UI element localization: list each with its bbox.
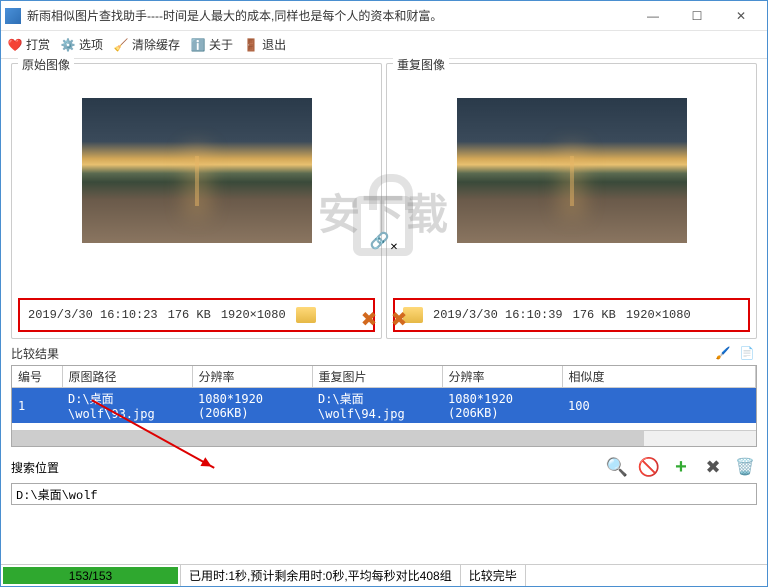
options-button[interactable]: ⚙️选项 (60, 36, 103, 53)
duplicate-thumbnail[interactable] (457, 98, 687, 243)
duplicate-size: 176 KB (573, 308, 616, 322)
window-title: 新雨相似图片查找助手----时间是人最大的成本,同样也是每个人的资本和财富。 (27, 7, 631, 24)
clear-cache-button[interactable]: 🧹清除缓存 (113, 36, 180, 53)
original-info-strip: 2019/3/30 16:10:23 176 KB 1920×1080 (18, 298, 375, 332)
horizontal-scrollbar[interactable] (12, 430, 756, 446)
col-sim[interactable]: 相似度 (562, 366, 756, 388)
original-datetime: 2019/3/30 16:10:23 (28, 308, 158, 322)
titlebar: 新雨相似图片查找助手----时间是人最大的成本,同样也是每个人的资本和财富。 —… (1, 1, 767, 31)
col-res1[interactable]: 分辨率 (192, 366, 312, 388)
col-dup[interactable]: 重复图片 (312, 366, 442, 388)
timing-text: 已用时:1秒,预计剩余用时:0秒,平均每秒对比408组 (181, 565, 461, 586)
progress-text: 153/153 (1, 565, 180, 586)
col-res2[interactable]: 分辨率 (442, 366, 562, 388)
stop-button[interactable]: 🚫 (637, 455, 661, 479)
search-button[interactable]: 🔍 (605, 455, 629, 479)
duplicate-panel: 重复图像 2019/3/30 16:10:39 176 KB 1920×1080 (386, 63, 757, 339)
col-id[interactable]: 编号 (12, 366, 62, 388)
compare-results-label: 比较结果 (11, 345, 59, 362)
gear-icon: ⚙️ (60, 37, 76, 53)
open-folder-left-icon[interactable] (296, 307, 316, 323)
close-button[interactable]: ✕ (719, 2, 763, 30)
original-panel-title: 原始图像 (18, 56, 74, 73)
minimize-button[interactable]: — (631, 2, 675, 30)
info-icon: ℹ️ (190, 37, 206, 53)
toolbar: ❤️打赏 ⚙️选项 🧹清除缓存 ℹ️关于 🚪退出 (1, 31, 767, 59)
donate-button[interactable]: ❤️打赏 (7, 36, 50, 53)
delete-right-button[interactable]: ✖ (387, 307, 411, 331)
duplicate-info-strip: 2019/3/30 16:10:39 176 KB 1920×1080 (393, 298, 750, 332)
about-button[interactable]: ℹ️关于 (190, 36, 233, 53)
maximize-button[interactable]: ☐ (675, 2, 719, 30)
add-button[interactable]: + (669, 455, 693, 479)
statusbar: 153/153 已用时:1秒,预计剩余用时:0秒,平均每秒对比408组 比较完毕 (1, 564, 767, 586)
original-thumbnail[interactable] (82, 98, 312, 243)
original-dims: 1920×1080 (221, 308, 286, 322)
search-path-input[interactable] (11, 483, 757, 505)
app-icon (5, 8, 21, 24)
brush-button[interactable]: 🖌️ (713, 343, 733, 363)
duplicate-datetime: 2019/3/30 16:10:39 (433, 308, 563, 322)
exit-button[interactable]: 🚪退出 (243, 36, 286, 53)
table-row[interactable]: 1 D:\桌面\wolf\93.jpg 1080*1920 (206KB) D:… (12, 388, 756, 424)
status-text: 比较完毕 (461, 565, 526, 586)
search-location-label: 搜索位置 (11, 459, 59, 476)
heart-icon: ❤️ (7, 37, 23, 53)
col-orig[interactable]: 原图路径 (62, 366, 192, 388)
remove-button[interactable]: ✖ (701, 455, 725, 479)
exit-icon: 🚪 (243, 37, 259, 53)
original-panel: 原始图像 2019/3/30 16:10:23 176 KB 1920×1080 (11, 63, 382, 339)
progress-bar: 153/153 (1, 565, 181, 586)
delete-left-button[interactable]: ✖ (357, 307, 381, 331)
link-icon[interactable]: 🔗✕ (370, 231, 398, 253)
duplicate-dims: 1920×1080 (626, 308, 691, 322)
export-button[interactable]: 📄 (737, 343, 757, 363)
clear-list-button[interactable]: 🗑️ (733, 455, 757, 479)
duplicate-panel-title: 重复图像 (393, 56, 449, 73)
results-table[interactable]: 编号 原图路径 分辨率 重复图片 分辨率 相似度 1 D:\桌面\wolf\93… (11, 365, 757, 447)
broom-icon: 🧹 (113, 37, 129, 53)
original-size: 176 KB (168, 308, 211, 322)
